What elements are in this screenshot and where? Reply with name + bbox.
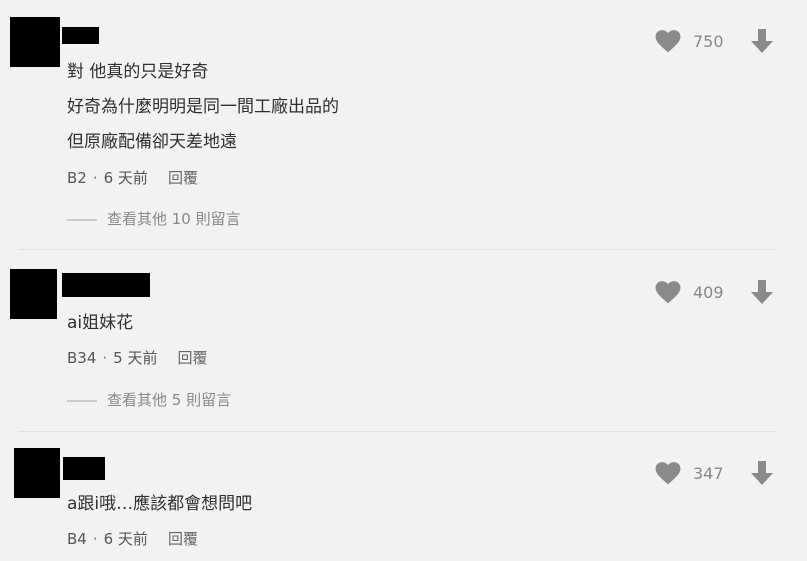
downvote-arrow-icon[interactable]: [750, 279, 774, 305]
comment-meta: B2 · 6 天前 回覆: [67, 168, 198, 188]
meta-separator: ·: [102, 349, 108, 367]
dash-divider: [67, 218, 97, 221]
time-label: 6 天前: [103, 169, 148, 187]
comment-divider: [18, 431, 776, 432]
reply-button[interactable]: 回覆: [168, 169, 198, 187]
comment-meta: B34 · 5 天前 回覆: [67, 348, 208, 368]
comment-text-line: ai姐妹花: [67, 313, 134, 333]
avatar[interactable]: [10, 269, 57, 319]
comment-text-line: 好奇為什麼明明是同一間工廠出品的: [67, 97, 339, 117]
meta-separator: ·: [92, 169, 98, 187]
time-label: 6 天前: [103, 530, 148, 548]
like-count: 347: [693, 463, 724, 483]
meta-separator: ·: [92, 530, 98, 548]
view-more-replies[interactable]: 查看其他 5 則留言: [67, 390, 231, 410]
like-count: 409: [693, 282, 724, 302]
author-name-redacted[interactable]: [62, 27, 99, 44]
view-more-replies[interactable]: 查看其他 10 則留言: [67, 209, 241, 229]
downvote-arrow-icon[interactable]: [750, 28, 774, 54]
floor-label: B4: [67, 530, 87, 548]
avatar[interactable]: [14, 448, 60, 498]
comment-divider: [18, 249, 776, 250]
avatar[interactable]: [10, 17, 60, 67]
comment-text-line: 對 他真的只是好奇: [67, 62, 209, 82]
dash-divider: [67, 399, 97, 402]
downvote-arrow-icon[interactable]: [750, 460, 774, 486]
author-name-redacted[interactable]: [62, 273, 150, 297]
floor-label: B2: [67, 169, 87, 187]
reply-button[interactable]: 回覆: [177, 349, 207, 367]
like-count: 750: [693, 31, 724, 51]
like-button[interactable]: 750: [655, 29, 724, 53]
author-name-redacted[interactable]: [63, 457, 105, 480]
heart-icon: [655, 281, 681, 304]
view-more-replies-label: 查看其他 10 則留言: [107, 210, 241, 228]
comment-text-line: a跟i哦…應該都會想問吧: [67, 494, 253, 514]
comment-meta: B4 · 6 天前 回覆: [67, 529, 198, 549]
view-more-replies-label: 查看其他 5 則留言: [107, 391, 232, 409]
floor-label: B34: [67, 349, 97, 367]
time-label: 5 天前: [113, 349, 158, 367]
comment-text-line: 但原廠配備卻天差地遠: [67, 132, 237, 152]
reply-button[interactable]: 回覆: [168, 530, 198, 548]
like-button[interactable]: 347: [655, 461, 724, 485]
heart-icon: [655, 462, 681, 485]
heart-icon: [655, 30, 681, 53]
like-button[interactable]: 409: [655, 280, 724, 304]
